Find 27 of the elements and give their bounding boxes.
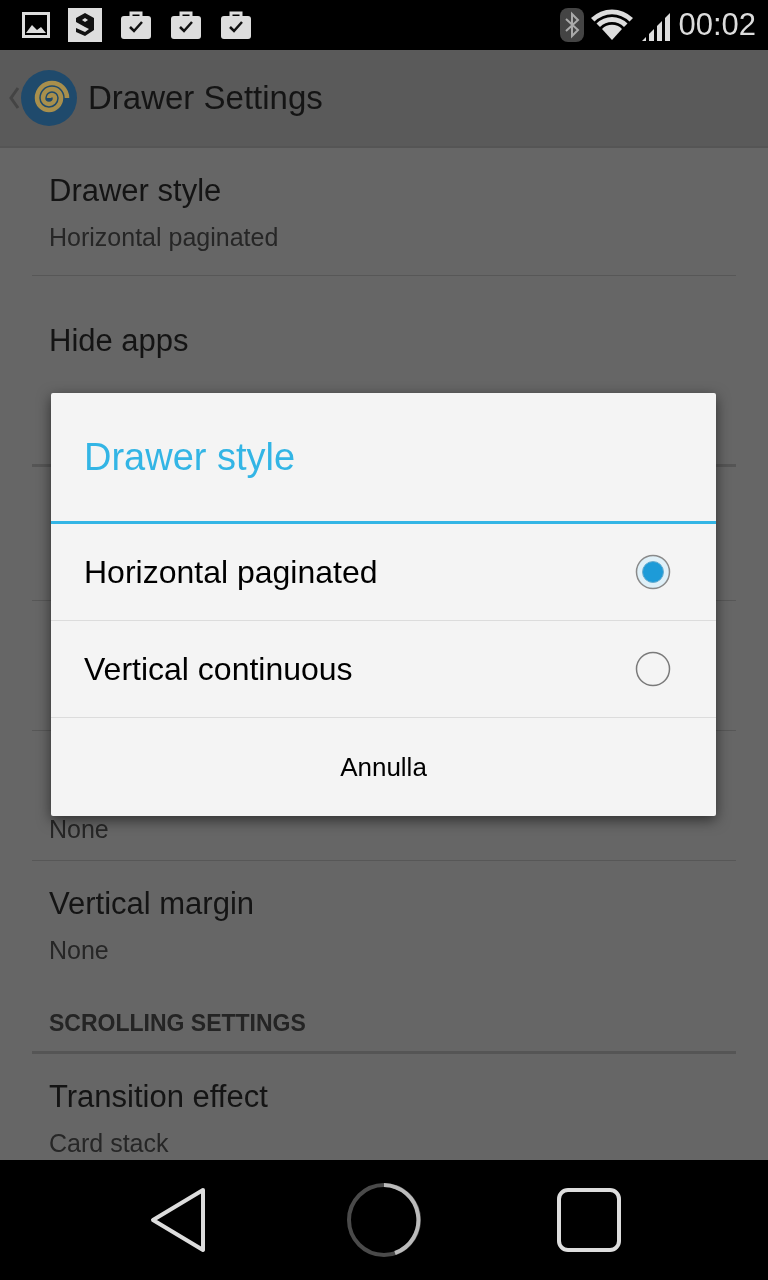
setting-title[interactable]: Transition effect (49, 1076, 719, 1118)
setting-summary: Card stack (49, 1128, 170, 1158)
cancel-button[interactable]: Annulla (51, 718, 716, 816)
briefcase-check-icon (170, 10, 202, 40)
home-icon[interactable] (346, 1182, 422, 1258)
spiral-app-icon[interactable] (20, 69, 78, 127)
recents-icon[interactable] (556, 1188, 621, 1252)
setting-summary: None (49, 815, 109, 843)
dialog-option[interactable]: Horizontal paginated (51, 524, 716, 621)
setting-title[interactable]: Vertical margin (49, 883, 719, 925)
setting-summary: None (49, 935, 110, 965)
setting-title[interactable]: Drawer style (49, 170, 719, 212)
clock-time: 00:02 (678, 7, 756, 43)
section-header: SCROLLING SETTINGS (49, 1010, 306, 1036)
dialog-title: Drawer style (84, 435, 296, 479)
briefcase-check-icon (220, 10, 252, 40)
image-icon (22, 12, 50, 38)
app-logo-icon (68, 8, 102, 42)
screen-title: Drawer Settings (88, 78, 323, 118)
dialog-option[interactable]: Vertical continuous (51, 621, 716, 718)
setting-title[interactable]: Hide apps (49, 319, 189, 362)
bluetooth-icon (560, 8, 585, 42)
wifi-icon (590, 9, 635, 41)
setting-summary: Horizontal paginated (49, 222, 280, 252)
radio-button[interactable] (635, 554, 671, 590)
radio-button[interactable] (635, 651, 671, 687)
briefcase-check-icon (120, 10, 152, 40)
